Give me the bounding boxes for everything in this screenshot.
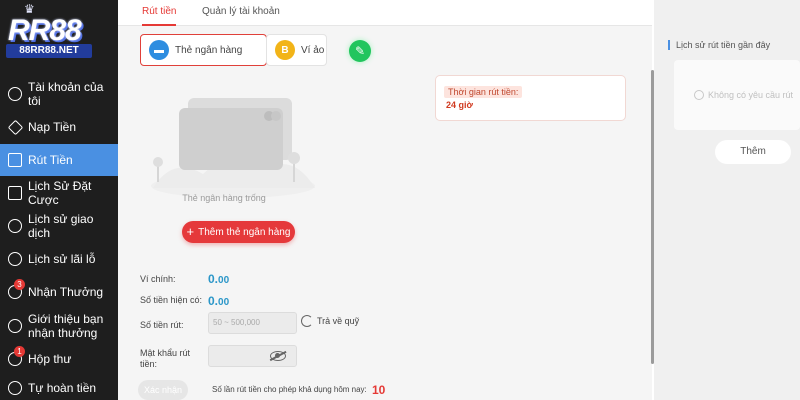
sidebar-item-reward[interactable]: 3 Nhận Thưởng	[0, 276, 118, 308]
withdraw-time-box: Thời gian rút tiền: 24 giờ	[435, 75, 626, 121]
refresh-icon	[301, 315, 313, 327]
sidebar-item-label: Tài khoản của tôi	[28, 80, 104, 108]
site-domain: 88RR88.NET	[6, 44, 92, 58]
e-wallet-method-button[interactable]: B Ví ảo	[266, 34, 327, 66]
account-icon	[8, 87, 22, 101]
hide-password-icon[interactable]	[270, 351, 286, 361]
cashback-icon	[8, 381, 22, 395]
daily-limit-label: Số lần rút tiền cho phép khả dụng hôm na…	[212, 385, 367, 394]
sidebar: ♛ RR88 88RR88.NET Tài khoản của tôi Nạp …	[0, 0, 118, 400]
sidebar-item-label: Rút Tiền	[28, 153, 73, 167]
sidebar-item-label: Lịch sử giao dịch	[28, 212, 94, 240]
withdraw-time-value: 24 giờ	[446, 100, 473, 110]
tab-account-management[interactable]: Quản lý tài khoản	[202, 0, 280, 26]
title-accent-bar	[668, 40, 670, 50]
sidebar-item-transaction-history[interactable]: Lịch sử giao dịch	[0, 210, 118, 242]
sidebar-item-label: Nhận Thưởng	[28, 285, 104, 299]
notification-badge: 1	[14, 346, 25, 357]
bank-card-method-label: Thẻ ngân hàng	[175, 44, 243, 56]
bank-card-method-button[interactable]: ▬ Thẻ ngân hàng	[140, 34, 267, 66]
withdraw-password-label: Mật khẩu rút tiền:	[140, 348, 191, 369]
recent-withdraw-title: Lịch sử rút tiền gần đây	[668, 40, 770, 50]
load-more-button[interactable]: Thêm	[715, 140, 791, 164]
refund-label: Trả về quỹ	[317, 316, 360, 326]
sidebar-item-cashback[interactable]: Tự hoàn tiền	[0, 376, 118, 400]
tab-withdraw[interactable]: Rút tiền	[142, 0, 177, 26]
bitcoin-icon: B	[275, 40, 295, 60]
empty-card-illustration	[151, 98, 315, 198]
withdraw-time-label: Thời gian rút tiền:	[444, 86, 523, 98]
tab-bar: Rút tiền Quản lý tài khoản	[118, 0, 652, 26]
sidebar-item-account[interactable]: Tài khoản của tôi	[0, 78, 118, 110]
add-bank-card-label: Thêm thẻ ngân hàng	[198, 226, 291, 238]
bank-card-icon: ▬	[149, 40, 169, 60]
confirm-button[interactable]: Xác nhận	[138, 380, 188, 400]
notification-badge: 3	[14, 279, 25, 290]
withdraw-amount-label: Số tiền rút:	[140, 320, 184, 330]
daily-limit-value: 10	[372, 383, 386, 397]
withdraw-icon	[8, 153, 22, 167]
empty-state-label: Thẻ ngân hàng trống	[182, 193, 266, 203]
bet-history-icon	[8, 186, 22, 200]
withdraw-panel: ▬ Thẻ ngân hàng B Ví ảo ✎ Thẻ ngân hàng …	[118, 26, 652, 400]
brand-logo[interactable]: ♛ RR88 88RR88.NET	[0, 0, 118, 72]
recent-withdraw-panel: Lịch sử rút tiền gần đây Không có yêu cầ…	[654, 0, 800, 400]
info-icon	[694, 90, 704, 100]
sidebar-item-label: Giới thiệu bạn nhận thưởng	[28, 312, 104, 340]
referral-icon	[8, 319, 22, 333]
transaction-history-icon	[8, 219, 22, 233]
sidebar-item-bet-history[interactable]: Lịch Sử Đặt Cược	[0, 177, 118, 209]
recent-withdraw-empty: Không có yêu cầu rút	[694, 90, 793, 100]
plus-icon: +	[186, 224, 195, 239]
profit-loss-icon	[8, 252, 22, 266]
sidebar-item-label: Hộp thư	[28, 352, 72, 366]
add-bank-card-button[interactable]: + Thêm thẻ ngân hàng	[182, 221, 295, 243]
e-wallet-method-label: Ví ảo	[301, 44, 325, 56]
recent-withdraw-empty-text: Không có yêu cầu rút	[708, 90, 794, 100]
edit-icon[interactable]: ✎	[349, 40, 371, 62]
deposit-icon	[7, 119, 24, 135]
withdraw-amount-input[interactable]: 50 ~ 500,000	[208, 312, 297, 334]
main-wallet-value: 0.00	[208, 272, 230, 286]
recent-withdraw-title-text: Lịch sử rút tiền gần đây	[676, 40, 771, 50]
sidebar-item-profit-loss[interactable]: Lịch sử lãi lỗ	[0, 243, 118, 275]
sidebar-item-deposit[interactable]: Nạp Tiền	[0, 111, 118, 143]
refund-to-wallet-button[interactable]: Trả về quỹ	[301, 315, 359, 327]
sidebar-item-label: Lịch sử lãi lỗ	[28, 252, 96, 266]
main-wallet-label: Ví chính:	[140, 274, 176, 284]
logo-text: RR88	[8, 14, 82, 47]
current-balance-value: 0.00	[208, 294, 230, 308]
recent-withdraw-list: Không có yêu cầu rút	[674, 60, 800, 130]
sidebar-item-label: Tự hoàn tiền	[28, 381, 97, 395]
current-balance-label: Số tiền hiện có:	[140, 295, 203, 305]
sidebar-item-withdraw[interactable]: Rút Tiền	[0, 144, 118, 176]
sidebar-item-mailbox[interactable]: 1 Hộp thư	[0, 343, 118, 375]
sidebar-item-label: Lịch Sử Đặt Cược	[28, 179, 92, 207]
sidebar-item-label: Nạp Tiền	[28, 120, 77, 134]
sidebar-item-referral[interactable]: Giới thiệu bạn nhận thưởng	[0, 309, 118, 343]
